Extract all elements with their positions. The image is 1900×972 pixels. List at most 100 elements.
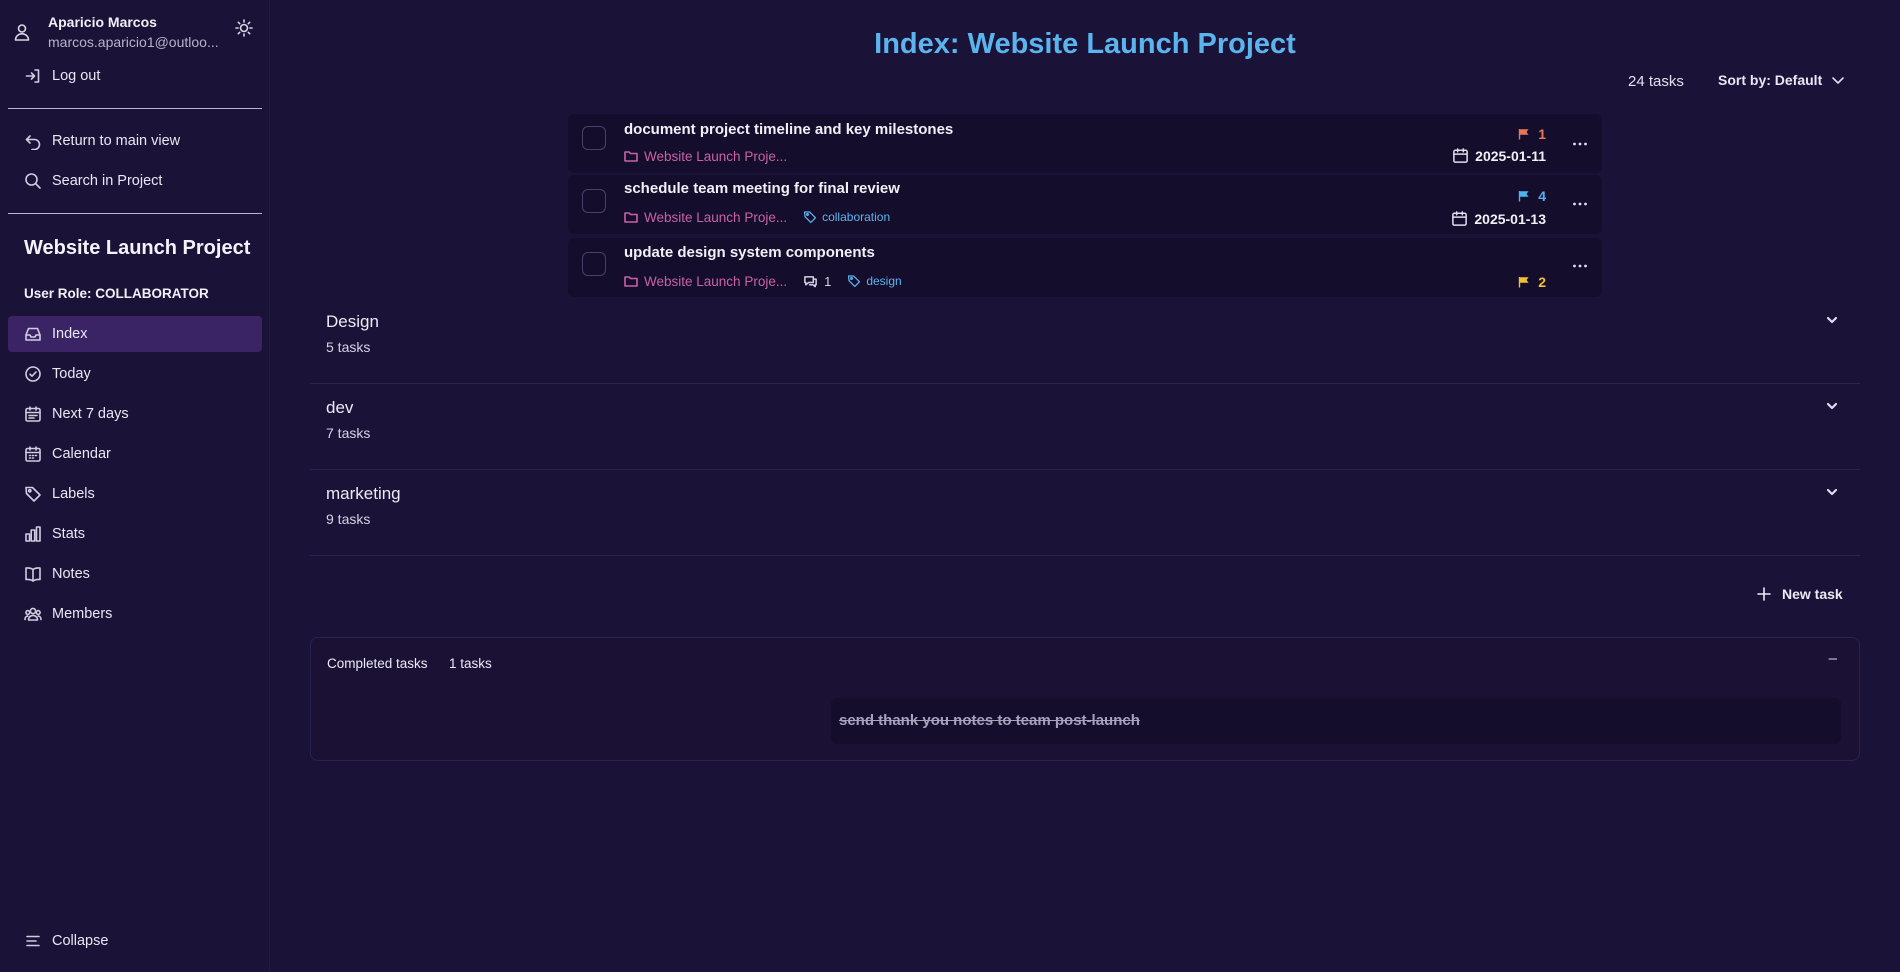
nav-item-notes[interactable]: Notes [8, 556, 262, 592]
priority-indicator: 4 [1518, 188, 1546, 204]
task-checkbox[interactable] [582, 252, 606, 276]
section-design[interactable]: Design 5 tasks [310, 298, 1860, 384]
comment-icon [803, 274, 818, 289]
check-circle-icon [24, 365, 42, 383]
logout-icon [24, 67, 42, 85]
users-icon [24, 605, 42, 623]
completed-task-title: send thank you notes to team post-launch [839, 712, 1140, 729]
priority-value: 1 [1538, 126, 1546, 142]
return-to-main-view-link[interactable]: Return to main view [24, 129, 180, 153]
due-date: 2025-01-13 [1451, 210, 1546, 227]
more-options-icon[interactable] [1572, 136, 1588, 152]
task-label-tag[interactable]: collaboration [803, 210, 890, 224]
bar-chart-icon [24, 525, 42, 543]
nav-label: Members [52, 606, 113, 622]
section-task-count: 9 tasks [326, 511, 371, 527]
nav-item-labels[interactable]: Labels [8, 476, 262, 512]
task-project-link[interactable]: Website Launch Proje... [624, 149, 787, 164]
task-checkbox[interactable] [582, 126, 606, 150]
completed-collapse-toggle[interactable]: – [1829, 650, 1837, 667]
menu-lines-icon [24, 932, 42, 950]
priority-value: 4 [1538, 188, 1546, 204]
nav-label: Index [52, 326, 88, 342]
return-label: Return to main view [52, 133, 181, 149]
sort-label: Sort by: Default [1718, 72, 1823, 88]
user-role: User Role: COLLABORATOR [24, 286, 209, 301]
completed-tasks-count: 1 tasks [449, 656, 492, 671]
user-icon [12, 22, 32, 42]
task-item[interactable]: document project timeline and key milest… [568, 114, 1602, 173]
chevron-down-icon [1830, 72, 1846, 88]
chevron-down-icon[interactable] [1824, 312, 1840, 328]
page-title: Index: Website Launch Project [874, 28, 1296, 60]
task-title[interactable]: document project timeline and key milest… [624, 121, 953, 138]
book-icon [24, 565, 42, 583]
new-task-button[interactable]: New task [1756, 586, 1843, 602]
section-name: marketing [326, 484, 401, 503]
calendar-week-icon [24, 405, 42, 423]
section-dev[interactable]: dev 7 tasks [310, 384, 1860, 470]
folder-icon [624, 149, 638, 163]
more-options-icon[interactable] [1572, 196, 1588, 212]
tag-icon [24, 485, 42, 503]
task-item[interactable]: schedule team meeting for final review W… [568, 175, 1602, 234]
task-project-name: Website Launch Proje... [644, 273, 788, 289]
user-name: Aparicio Marcos [48, 14, 157, 30]
section-task-count: 5 tasks [326, 339, 371, 355]
sidebar: Aparicio Marcos marcos.aparicio1@outloo.… [0, 0, 270, 972]
nav-label: Today [52, 366, 91, 382]
due-date-value: 2025-01-13 [1474, 210, 1546, 227]
nav-label: Notes [52, 566, 90, 582]
nav-item-next-7-days[interactable]: Next 7 days [8, 396, 262, 432]
nav-label: Stats [52, 526, 86, 542]
nav-item-stats[interactable]: Stats [8, 516, 262, 552]
task-comments[interactable]: 1 [803, 274, 831, 289]
section-marketing[interactable]: marketing 9 tasks [310, 470, 1860, 556]
nav-item-members[interactable]: Members [8, 596, 262, 632]
task-project-link[interactable]: Website Launch Proje... [624, 274, 787, 289]
search-in-project-link[interactable]: Search in Project [24, 169, 162, 193]
comment-count: 1 [824, 273, 832, 289]
task-label-tag[interactable]: design [847, 274, 902, 288]
collapse-label: Collapse [52, 933, 109, 949]
user-profile[interactable]: Aparicio Marcos marcos.aparicio1@outloo.… [12, 12, 262, 52]
task-title[interactable]: schedule team meeting for final review [624, 180, 900, 197]
sort-dropdown[interactable]: Sort by: Default [1718, 72, 1846, 88]
nav-item-index[interactable]: Index [8, 316, 262, 352]
task-meta: Website Launch Proje... 1 design [624, 273, 902, 289]
task-project-link[interactable]: Website Launch Proje... [624, 210, 787, 225]
task-item[interactable]: update design system components Website … [568, 238, 1602, 297]
tag-icon [803, 210, 817, 224]
task-meta: Website Launch Proje... [624, 148, 787, 164]
completed-task-item[interactable]: send thank you notes to team post-launch [831, 698, 1841, 744]
priority-value: 2 [1538, 274, 1546, 290]
collapse-sidebar-button[interactable]: Collapse [24, 932, 108, 950]
more-options-icon[interactable] [1572, 258, 1588, 274]
calendar-icon [1452, 147, 1469, 164]
task-title[interactable]: update design system components [624, 244, 875, 261]
chevron-down-icon[interactable] [1824, 484, 1840, 500]
flag-icon [1518, 276, 1530, 288]
nav-label: Labels [52, 486, 95, 502]
folder-icon [624, 210, 638, 224]
nav-item-today[interactable]: Today [8, 356, 262, 392]
nav-item-calendar[interactable]: Calendar [8, 436, 262, 472]
completed-tasks-label: Completed tasks [327, 656, 428, 671]
task-meta: Website Launch Proje... collaboration [624, 209, 890, 225]
folder-icon [624, 274, 638, 288]
undo-arrow-icon [24, 132, 42, 150]
section-task-count: 7 tasks [326, 425, 371, 441]
calendar-icon [1451, 210, 1468, 227]
completed-tasks-panel: Completed tasks 1 tasks – send thank you… [310, 637, 1860, 761]
sun-icon[interactable] [234, 18, 254, 38]
flag-icon [1518, 190, 1530, 202]
task-checkbox[interactable] [582, 189, 606, 213]
search-icon [24, 172, 42, 190]
new-task-label: New task [1782, 586, 1843, 602]
chevron-down-icon[interactable] [1824, 398, 1840, 414]
priority-indicator: 2 [1518, 274, 1546, 290]
tag-icon [847, 274, 861, 288]
logout-label: Log out [52, 68, 101, 84]
nav-label: Calendar [52, 446, 111, 462]
logout-button[interactable]: Log out [24, 64, 100, 88]
